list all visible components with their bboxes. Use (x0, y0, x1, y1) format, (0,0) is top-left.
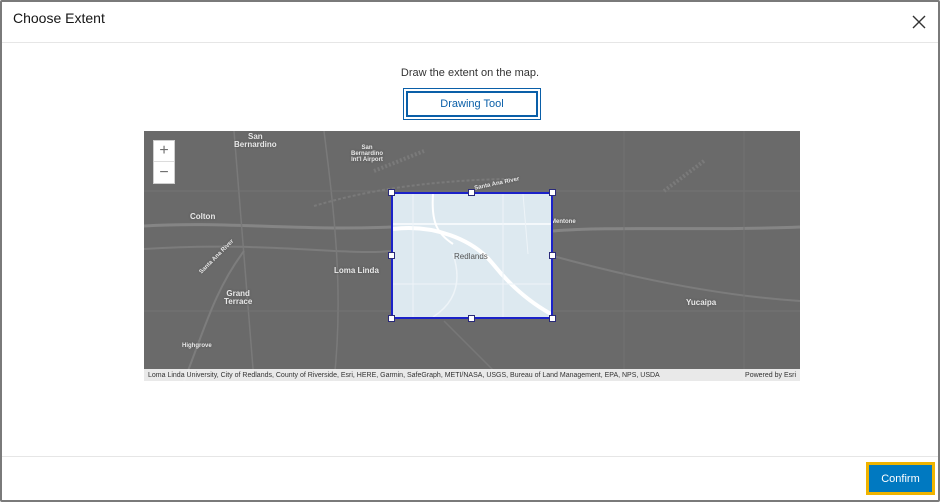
choose-extent-dialog: Choose Extent Draw the extent on the map… (0, 0, 940, 502)
map-label-airport: San Bernardino Int'l Airport (351, 145, 384, 163)
drawn-extent[interactable]: Redlands (391, 192, 553, 319)
extent-handle-top-right[interactable] (549, 189, 556, 196)
map-view[interactable]: + − San Bernardino San Bernardino Int'l … (144, 131, 800, 381)
extent-handle-top[interactable] (468, 189, 475, 196)
zoom-in-button[interactable]: + (154, 141, 174, 162)
extent-handle-bottom-right[interactable] (549, 315, 556, 322)
attribution-text: Loma Linda University, City of Redlands,… (148, 371, 660, 379)
map-label-colton: Colton (190, 212, 216, 221)
close-icon (912, 15, 926, 29)
map-label-san-bernardino: San Bernardino (234, 132, 277, 149)
map-label-grand-terrace: Grand Terrace (224, 289, 253, 306)
zoom-out-button[interactable]: − (154, 162, 174, 183)
instruction-text: Draw the extent on the map. (400, 67, 540, 79)
close-button[interactable] (908, 11, 930, 33)
extent-handle-top-left[interactable] (388, 189, 395, 196)
dialog-title: Choose Extent (13, 10, 105, 26)
map-attribution: Loma Linda University, City of Redlands,… (144, 369, 800, 381)
drawing-tool-button[interactable]: Drawing Tool (403, 88, 541, 120)
dialog-footer-divider (2, 456, 938, 457)
extent-handle-bottom-left[interactable] (388, 315, 395, 322)
extent-handle-right[interactable] (549, 252, 556, 259)
map-label-redlands: Redlands (454, 252, 488, 261)
drawing-tool-label: Drawing Tool (406, 91, 538, 117)
extent-handle-bottom[interactable] (468, 315, 475, 322)
zoom-controls: + − (153, 140, 175, 184)
confirm-button[interactable]: Confirm (866, 462, 935, 495)
powered-by-esri[interactable]: Powered by Esri (745, 372, 796, 379)
map-label-yucaipa: Yucaipa (686, 298, 717, 307)
map-label-mentone: Mentone (551, 219, 576, 225)
extent-handle-left[interactable] (388, 252, 395, 259)
map-label-loma-linda: Loma Linda (334, 266, 379, 275)
map-label-highgrove: Highgrove (182, 343, 212, 349)
dialog-header: Choose Extent (2, 2, 938, 43)
